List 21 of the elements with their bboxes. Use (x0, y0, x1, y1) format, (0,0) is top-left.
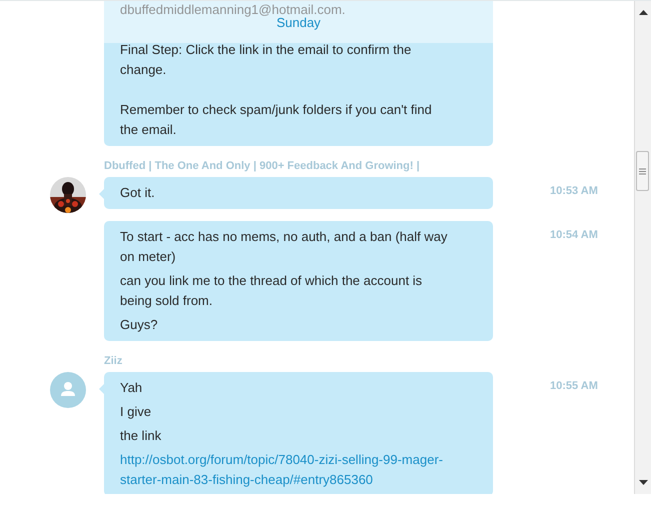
scroll-up-icon[interactable] (638, 10, 648, 15)
message-text: Yah (120, 379, 144, 397)
message-time: 10:55 AM (550, 380, 598, 392)
message-text: Remember to check spam/junk folders if you can't find the email. (120, 101, 433, 139)
message-text: dbuffedmiddlemanning1@hotmail.com. (120, 1, 346, 18)
message-time: 10:53 AM (550, 185, 598, 197)
message-link[interactable]: http://osbot.org/forum/topic/78040-zizi-selling-99-mager-starter-main-83-fishing-cheap/#entry865360 (120, 450, 451, 490)
scroll-down-icon[interactable] (638, 480, 648, 485)
message-text: can you link me to the thread of which the account is being sold from. (120, 272, 424, 310)
sender-name: Dbuffed | The One And Only | 900+ Feedback And Growing! | (104, 160, 421, 172)
message-text: Final Step: Click the link in the email to confirm the change. (120, 41, 412, 79)
sender-name: Ziiz (104, 355, 124, 367)
avatar-icon (50, 372, 86, 408)
scrollbar-thumb[interactable] (636, 151, 649, 191)
scrollbar[interactable] (634, 1, 651, 494)
message-text: Got it. (120, 184, 156, 202)
message-text: the link (120, 427, 162, 445)
message-text: To start - acc has no mems, no auth, and a ban (half way on meter) (120, 228, 448, 266)
message-text: I give (120, 403, 152, 421)
message-time: 10:54 AM (550, 229, 598, 241)
message-text: Guys? (120, 316, 159, 334)
